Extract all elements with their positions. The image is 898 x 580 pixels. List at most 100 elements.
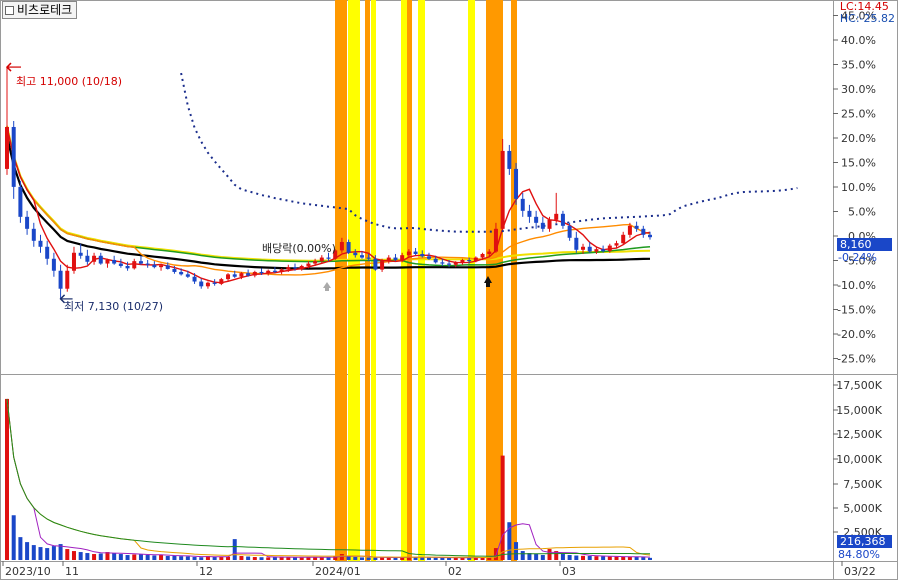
volume-bar	[514, 542, 519, 560]
volume-bar	[11, 515, 16, 560]
candle-body	[252, 271, 257, 276]
y-tick-label: -10.0%	[837, 279, 876, 292]
candle-body	[179, 271, 184, 275]
candle-body	[594, 249, 599, 252]
candle-body	[319, 257, 324, 262]
candle-body	[467, 259, 472, 262]
y-tick-label: -25.0%	[837, 353, 876, 366]
volume-bar	[31, 545, 36, 560]
x-tick-label: 12	[199, 565, 213, 578]
vol-tick-label: 17,500K	[836, 379, 882, 392]
volume-bar	[185, 556, 190, 560]
volume-bar	[627, 556, 632, 560]
volume-bar	[420, 557, 425, 560]
candle-body	[192, 276, 197, 282]
current-price-badge: 8,160	[837, 238, 892, 251]
volume-bar	[540, 555, 545, 560]
event-band	[371, 0, 376, 561]
volume-bar	[614, 556, 619, 560]
candle-body	[205, 282, 210, 287]
candle-body	[507, 150, 512, 169]
volume-bar	[601, 556, 606, 560]
candle-body	[92, 255, 97, 262]
vol-tick-label: 15,000K	[836, 404, 882, 417]
candle-body	[420, 253, 425, 257]
volume-bar	[567, 555, 572, 560]
volume-bar	[581, 555, 586, 560]
volume-bar	[359, 557, 364, 560]
candle-body	[514, 168, 519, 199]
y-tick-label: 40.0%	[841, 34, 876, 47]
volume-bar	[326, 557, 331, 560]
volume-pct-label: 84.80%	[838, 548, 880, 561]
vol-tick-label: 7,500K	[843, 478, 882, 491]
volume-bar	[38, 547, 43, 560]
candle-body	[65, 270, 70, 289]
candle-body	[98, 255, 103, 264]
volume-bar	[51, 546, 56, 560]
candle-body	[460, 259, 465, 263]
event-band	[407, 0, 412, 561]
y-tick-label: 25.0%	[841, 108, 876, 121]
candle-body	[38, 240, 43, 247]
candle-body	[212, 282, 217, 284]
candle-body	[219, 279, 224, 284]
volume-bar	[239, 556, 244, 560]
candle-body	[426, 256, 431, 259]
volume-bar	[118, 554, 123, 560]
candle-body	[560, 213, 565, 226]
candle-body	[313, 261, 318, 264]
stock-chart[interactable]: 45.0%40.0%35.0%30.0%25.0%20.0%15.0%10.0%…	[0, 0, 898, 580]
vol-tick-label: 12,500K	[836, 428, 882, 441]
volume-bar	[440, 557, 445, 560]
candle-body	[601, 249, 606, 251]
candle-body	[152, 264, 157, 268]
candle-body	[346, 241, 351, 253]
volume-bar	[246, 556, 251, 560]
candle-body	[11, 126, 16, 187]
volume-bar	[500, 455, 505, 560]
volume-bar	[286, 557, 291, 560]
candle-body	[326, 257, 331, 259]
candle-body	[393, 257, 398, 260]
y-tick-label: 15.0%	[841, 157, 876, 170]
volume-bar	[226, 556, 231, 560]
volume-bar	[78, 552, 83, 560]
candle-body	[587, 246, 592, 252]
hc-label: HC:-25.82	[839, 12, 895, 25]
candle-body	[627, 225, 632, 235]
dividend-annotation: 배당락(0.00%)	[262, 242, 336, 255]
volume-bar	[125, 555, 130, 560]
event-band	[365, 0, 370, 561]
event-band	[335, 0, 347, 561]
candle-body	[453, 262, 458, 265]
candle-body	[373, 258, 378, 270]
candle-body	[493, 228, 498, 252]
candle-body	[159, 265, 164, 268]
volume-ma20-line	[6, 398, 651, 558]
candle-body	[473, 257, 478, 262]
candle-body	[266, 270, 271, 274]
volume-badge: 216,368	[837, 535, 892, 548]
candle-body	[259, 271, 264, 274]
volume-bar	[165, 556, 170, 560]
volume-bar	[252, 557, 257, 560]
volume-bar	[199, 557, 204, 560]
candle-body	[272, 270, 277, 272]
ticker-box[interactable]: 비츠로테크	[2, 1, 78, 19]
candle-body	[500, 150, 505, 229]
volume-bar	[92, 554, 97, 560]
candle-body	[138, 261, 143, 264]
candle-body	[641, 228, 646, 235]
candle-body	[406, 251, 411, 256]
y-tick-label: 10.0%	[841, 181, 876, 194]
volume-bar	[607, 556, 612, 560]
volume-bar	[5, 398, 9, 560]
volume-bar	[179, 556, 184, 560]
ticker-checkbox[interactable]	[5, 5, 14, 15]
candle-body	[554, 213, 559, 220]
candle-body	[199, 281, 204, 287]
x-tick-label: 2024/01	[315, 565, 361, 578]
volume-bar	[192, 557, 197, 560]
volume-ma60-line	[6, 398, 650, 557]
